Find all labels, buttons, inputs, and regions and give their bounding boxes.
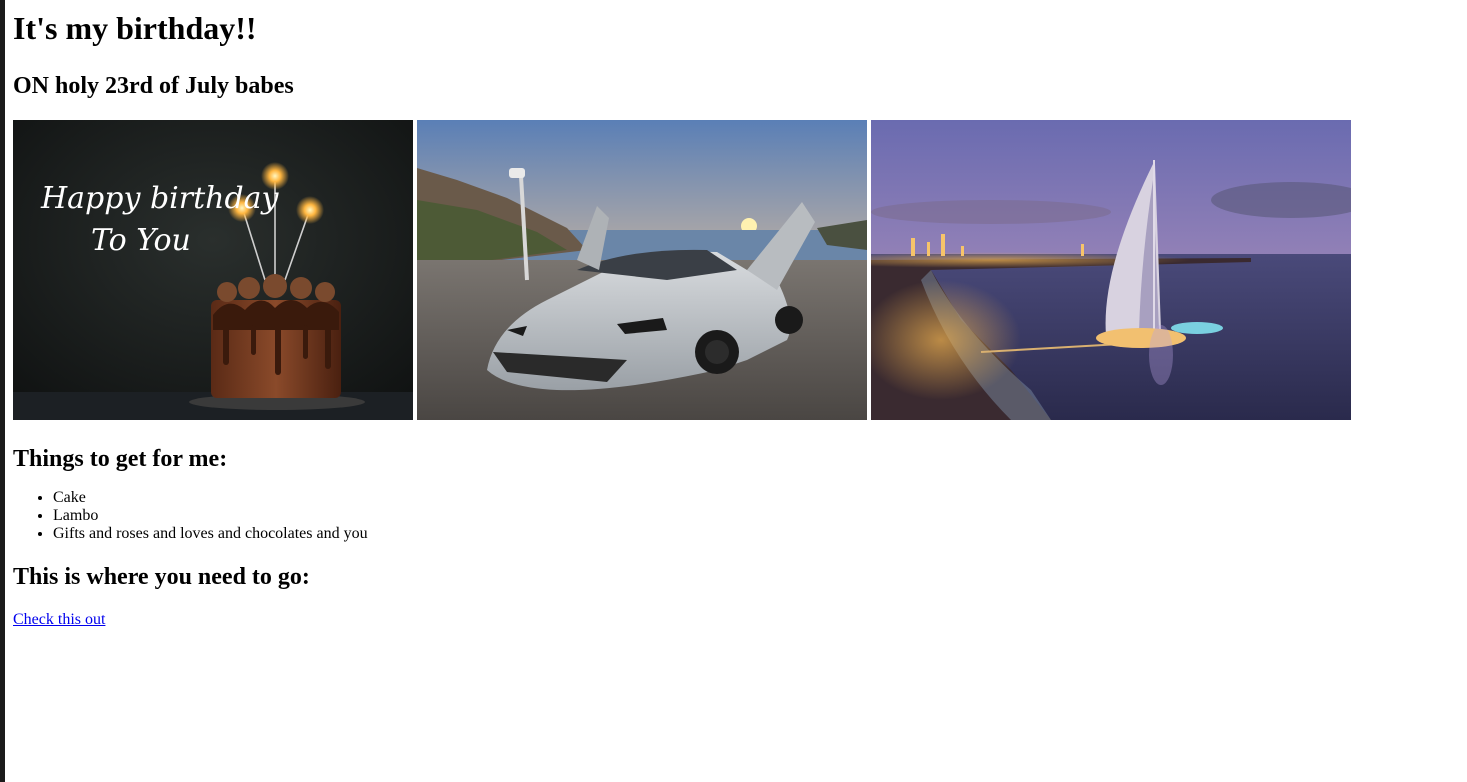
image-gallery: Happy birthday To You	[13, 120, 1351, 420]
list-item: Lambo	[53, 507, 1351, 525]
destination-heading: This is where you need to go:	[13, 564, 310, 590]
cake-caption-line2: To You	[91, 223, 191, 258]
page-subtitle: ON holy 23rd of July babes	[13, 73, 294, 99]
dubai-skyline-image	[871, 120, 1351, 420]
page-title: It's my birthday!!	[13, 10, 257, 46]
wishlist: Cake Lambo Gifts and roses and loves and…	[13, 489, 1351, 543]
page-content: It's my birthday!! ON holy 23rd of July …	[13, 0, 1351, 629]
window-edge	[0, 0, 5, 782]
sports-car-image	[417, 120, 867, 420]
list-item: Cake	[53, 489, 1351, 507]
check-this-out-link[interactable]: Check this out	[13, 611, 105, 629]
wishlist-heading: Things to get for me:	[13, 446, 228, 472]
list-item: Gifts and roses and loves and chocolates…	[53, 525, 1351, 543]
cake-caption-line1: Happy birthday	[40, 181, 280, 216]
birthday-cake-image: Happy birthday To You	[13, 120, 413, 420]
